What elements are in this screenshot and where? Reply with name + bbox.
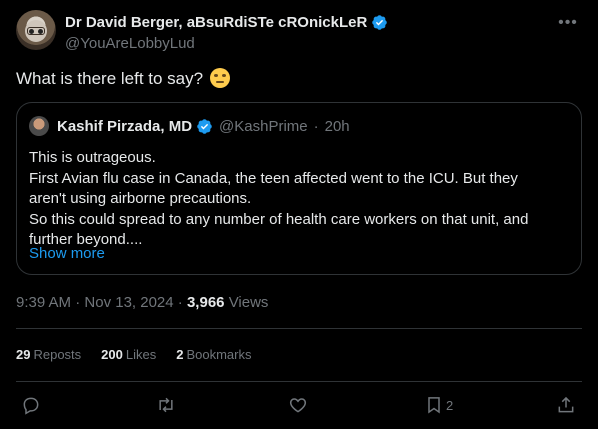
likes-stat[interactable]: 200 Likes [101,347,156,362]
share-icon [558,396,574,413]
views-count: 3,966 [186,294,225,311]
repost-button[interactable] [156,392,176,418]
divider [16,381,582,382]
show-more-link[interactable]: Show more [29,245,105,262]
quoted-author-avatar [29,116,49,136]
like-button[interactable] [288,392,308,418]
quoted-time: 20h [324,117,350,135]
bookmarks-label: Bookmarks [186,347,252,362]
bookmarks-count: 2 [176,347,184,362]
engagement-stats: 29 Reposts 200 Likes 2 Bookmarks [16,347,252,362]
tweet-meta: 9:39 AM · Nov 13, 2024 · 3,966 Views [16,294,268,311]
likes-label: Likes [125,347,157,362]
tweet-text-content: What is there left to say? [16,69,204,88]
verified-badge-icon [372,14,388,30]
quoted-author-display-name: Kashif Pirzada, MD [57,117,193,135]
likes-count: 200 [101,347,123,362]
reply-button[interactable] [21,392,41,418]
rolling-eyes-emoji-icon [209,68,230,88]
reposts-label: Reposts [33,347,82,362]
reposts-count: 29 [16,347,31,362]
bookmark-icon [428,397,440,414]
action-bar: 2 [16,392,582,418]
views-label: Views [228,294,269,311]
divider [16,328,582,329]
tweet-time[interactable]: 9:39 AM [16,294,71,311]
tweet-text: What is there left to say? [16,68,230,89]
quoted-tweet-body: This is outrageous. First Avian flu case… [29,148,559,251]
meta-separator: · [177,294,183,311]
author-avatar[interactable] [16,10,56,50]
bookmark-button[interactable]: 2 [424,392,453,418]
quoted-tweet[interactable]: Kashif Pirzada, MD @KashPrime · 20h This… [16,102,582,275]
quoted-author-handle: @KashPrime [219,117,308,135]
quoted-separator: · [313,117,319,135]
share-button[interactable] [556,392,576,418]
heart-icon [289,398,307,413]
bookmark-count: 2 [446,397,454,413]
tweet-header: Dr David Berger, aBsuRdiSTe cROnickLeR @… [16,10,582,58]
tweet-date[interactable]: Nov 13, 2024 [84,294,173,311]
quoted-line: First Avian flu case in Canada, the teen… [29,169,518,208]
author-handle[interactable]: @YouAreLobbyLud [65,35,388,52]
verified-badge-icon [197,118,212,134]
repost-icon [159,397,173,413]
reply-icon [23,397,39,415]
bookmarks-stat[interactable]: 2 Bookmarks [176,347,251,362]
reposts-stat[interactable]: 29 Reposts [16,347,81,362]
more-options-icon[interactable]: ••• [556,14,580,34]
author-display-name-row[interactable]: Dr David Berger, aBsuRdiSTe cROnickLeR [65,12,388,32]
quoted-line: So this could spread to any number of he… [29,210,529,249]
author-names: Dr David Berger, aBsuRdiSTe cROnickLeR @… [65,12,388,52]
quoted-line: This is outrageous. [29,149,156,166]
meta-separator: · [75,294,81,311]
author-display-name[interactable]: Dr David Berger, aBsuRdiSTe cROnickLeR [65,14,367,31]
quoted-tweet-header: Kashif Pirzada, MD @KashPrime · 20h [29,116,350,136]
